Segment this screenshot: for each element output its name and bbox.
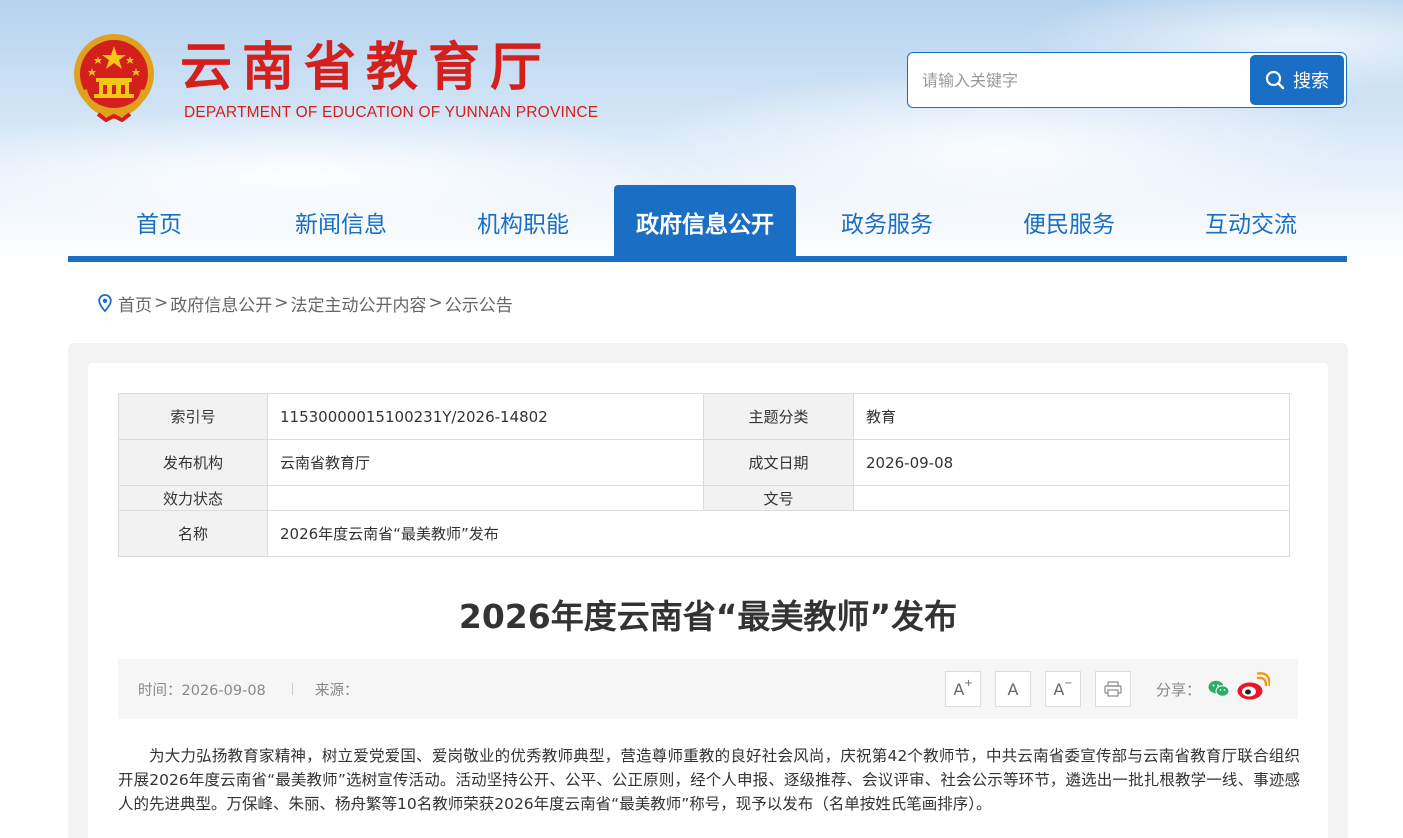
table-row: 名称 2026年度云南省“最美教师”发布 bbox=[118, 510, 1290, 557]
article-title: 2026年度云南省“最美教师”发布 bbox=[458, 597, 958, 636]
breadcrumb-home[interactable]: 首页 bbox=[118, 291, 152, 316]
nav-item-news[interactable]: 新闻信息 bbox=[250, 185, 432, 257]
table-row: 效力状态 文号 bbox=[118, 485, 1290, 511]
nav-item-services[interactable]: 政务服务 bbox=[796, 185, 978, 257]
breadcrumb-separator: > bbox=[428, 293, 443, 313]
date-value: 2026-09-08 bbox=[853, 439, 1290, 486]
search-box: 搜索 bbox=[907, 52, 1347, 108]
search-icon bbox=[1265, 70, 1285, 90]
validity-value bbox=[267, 485, 704, 511]
share-label: 分享： bbox=[1156, 681, 1202, 699]
topic-label: 主题分类 bbox=[703, 393, 854, 440]
publisher-value: 云南省教育厅 bbox=[267, 439, 704, 486]
divider bbox=[292, 683, 293, 695]
validity-label: 效力状态 bbox=[118, 485, 268, 511]
publisher-label: 发布机构 bbox=[118, 439, 268, 486]
breadcrumb-gov-info[interactable]: 政府信息公开 bbox=[170, 291, 272, 316]
print-button[interactable] bbox=[1095, 671, 1131, 707]
search-button[interactable]: 搜索 bbox=[1250, 55, 1344, 105]
publish-time: 时间：2026-09-08 bbox=[138, 683, 266, 699]
breadcrumb-separator: > bbox=[274, 293, 289, 313]
nav-item-functions[interactable]: 机构职能 bbox=[432, 185, 614, 257]
printer-icon bbox=[1104, 681, 1122, 697]
nav-item-public-services[interactable]: 便民服务 bbox=[978, 185, 1160, 257]
topic-value: 教育 bbox=[853, 393, 1290, 440]
nav-item-home[interactable]: 首页 bbox=[68, 185, 250, 257]
index-label: 索引号 bbox=[118, 393, 268, 440]
font-smaller-label: A bbox=[1053, 679, 1065, 699]
index-value: 11530000015100231Y/2026-14802 bbox=[267, 393, 704, 440]
search-button-label: 搜索 bbox=[1293, 71, 1329, 92]
national-emblem-icon bbox=[68, 30, 160, 123]
wechat-icon[interactable] bbox=[1208, 679, 1230, 703]
name-label: 名称 bbox=[118, 510, 268, 557]
docno-label: 文号 bbox=[703, 485, 854, 511]
search-input[interactable] bbox=[922, 65, 1242, 95]
breadcrumb: 首页 > 政府信息公开 > 法定主动公开内容 > 公示公告 bbox=[98, 290, 513, 316]
minus-mark: − bbox=[1064, 677, 1073, 689]
article-body-paragraph: 为大力弘扬教育家精神，树立爱党爱国、爱岗敬业的优秀教师典型，营造尊师重教的良好社… bbox=[118, 747, 1300, 813]
article-source: 来源： bbox=[315, 683, 359, 699]
nav-item-interaction[interactable]: 互动交流 bbox=[1160, 185, 1342, 257]
nav-item-gov-info[interactable]: 政府信息公开 bbox=[614, 185, 796, 257]
plus-mark: + bbox=[964, 677, 973, 689]
article-info-bar: 时间：2026-09-08 来源： A + A A − 分享： bbox=[118, 659, 1298, 719]
docno-value bbox=[853, 485, 1290, 511]
font-larger-button[interactable]: A + bbox=[945, 671, 981, 707]
font-normal-label: A bbox=[1007, 679, 1019, 699]
breadcrumb-separator: > bbox=[154, 293, 169, 313]
font-larger-label: A bbox=[953, 679, 965, 699]
site-subtitle: DEPARTMENT OF EDUCATION OF YUNNAN PROVIN… bbox=[184, 104, 599, 121]
breadcrumb-statutory[interactable]: 法定主动公开内容 bbox=[291, 291, 427, 316]
font-smaller-button[interactable]: A − bbox=[1045, 671, 1081, 707]
breadcrumb-announcements[interactable]: 公示公告 bbox=[445, 291, 513, 316]
location-pin-icon bbox=[98, 294, 112, 312]
table-row: 索引号 11530000015100231Y/2026-14802 主题分类 教… bbox=[118, 393, 1290, 440]
weibo-icon[interactable] bbox=[1236, 672, 1271, 706]
site-title: 云南省教育厅 bbox=[180, 37, 553, 98]
font-normal-button[interactable]: A bbox=[995, 671, 1031, 707]
name-value: 2026年度云南省“最美教师”发布 bbox=[267, 510, 1290, 557]
main-nav: 首页 新闻信息 机构职能 政府信息公开 政务服务 便民服务 互动交流 bbox=[68, 185, 1347, 257]
table-row: 发布机构 云南省教育厅 成文日期 2026-09-08 bbox=[118, 439, 1290, 486]
metadata-table: 索引号 11530000015100231Y/2026-14802 主题分类 教… bbox=[118, 393, 1290, 557]
date-label: 成文日期 bbox=[703, 439, 854, 486]
nav-underline bbox=[68, 256, 1347, 262]
